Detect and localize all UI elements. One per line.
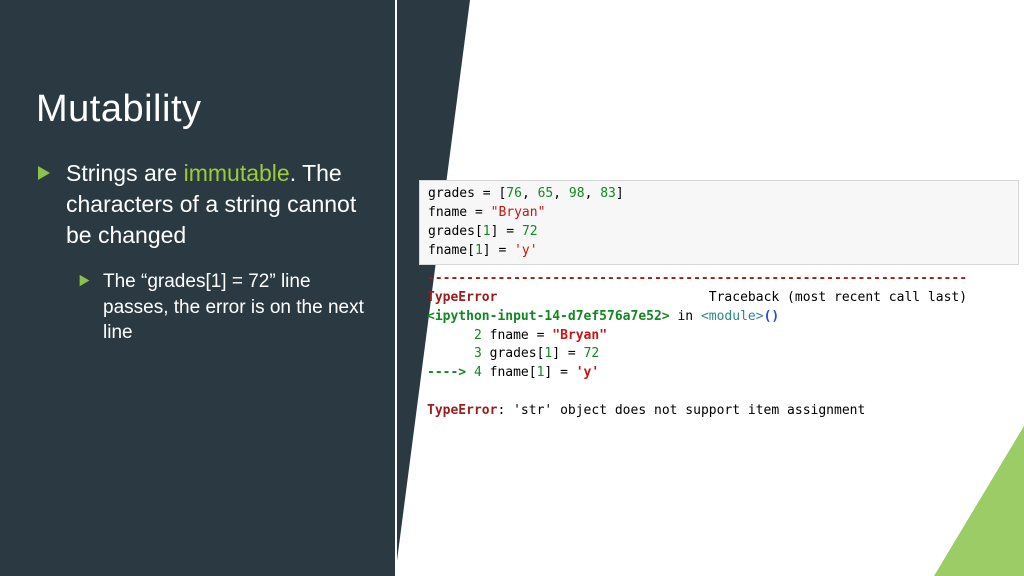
error-arrow: ---->: [427, 365, 474, 380]
corner-accent: [934, 426, 1024, 576]
code-line-2: fname = "Bryan": [428, 205, 545, 220]
traceback-header: Traceback (most recent call last): [709, 290, 967, 305]
error-type: TypeError: [427, 290, 497, 305]
code-line-3: grades[1] = 72: [428, 224, 538, 239]
traceback-spacer: [497, 290, 708, 305]
code-line-1: grades = [76, 65, 98, 83]: [428, 186, 624, 201]
final-error-msg: : 'str' object does not support item ass…: [497, 403, 865, 418]
final-error-type: TypeError: [427, 403, 497, 418]
bullet-2-text: The “grades[1] = 72” line passes, the er…: [103, 269, 376, 346]
bullet-level-1: Strings are immutable. The characters of…: [36, 158, 376, 251]
bullet-list: Strings are immutable. The characters of…: [36, 158, 376, 346]
code-line-4: fname[1] = 'y': [428, 243, 538, 258]
traceback-location: <ipython-input-14-d7ef576a7e52>: [427, 309, 670, 324]
bullet-1-highlight: immutable: [184, 160, 290, 186]
bullet-arrow-icon: [36, 164, 52, 182]
bullet-arrow-icon: [78, 273, 91, 288]
code-input-cell: grades = [76, 65, 98, 83] fname = "Bryan…: [419, 180, 1019, 265]
bullet-1-text: Strings are immutable. The characters of…: [66, 158, 376, 251]
slide: Mutability Strings are immutable. The ch…: [0, 0, 1024, 576]
traceback-output: ----------------------------------------…: [419, 268, 1019, 423]
traceback-divider: ----------------------------------------…: [427, 271, 967, 286]
bullet-1-pre: Strings are: [66, 160, 184, 186]
bullet-level-2: The “grades[1] = 72” line passes, the er…: [78, 269, 376, 346]
slide-title: Mutability: [36, 88, 202, 131]
